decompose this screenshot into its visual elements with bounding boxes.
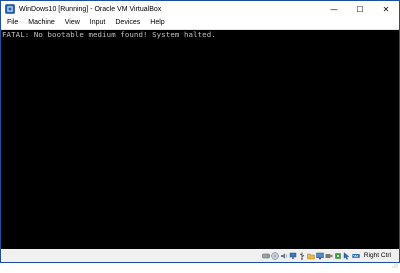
- window-title: WinDows10 [Running] - Oracle VM VirtualB…: [19, 5, 162, 13]
- optical-drive-icon[interactable]: [271, 251, 279, 260]
- video-capture-icon[interactable]: [325, 252, 333, 260]
- hard-disk-icon[interactable]: [262, 252, 270, 260]
- usb-icon[interactable]: [298, 252, 306, 260]
- virtualbox-window: WinDows10 [Running] - Oracle VM VirtualB…: [0, 0, 400, 268]
- cpu-icon[interactable]: [334, 252, 342, 260]
- menu-input[interactable]: Input: [85, 17, 111, 29]
- menu-view[interactable]: View: [60, 17, 85, 29]
- display-icon[interactable]: [316, 252, 324, 260]
- resize-grip-icon[interactable]: [392, 255, 398, 268]
- console-error-message: FATAL: No bootable medium found! System …: [2, 30, 216, 39]
- audio-icon[interactable]: [280, 252, 288, 260]
- shared-folders-icon[interactable]: [307, 252, 315, 260]
- menu-machine[interactable]: Machine: [23, 17, 59, 29]
- host-key-label[interactable]: Right Ctrl: [364, 252, 391, 259]
- keyboard-capture-icon[interactable]: [352, 252, 360, 260]
- network-icon[interactable]: [289, 252, 297, 260]
- menu-file[interactable]: File: [1, 17, 23, 29]
- virtualbox-icon: [5, 4, 15, 14]
- menu-help[interactable]: Help: [145, 17, 169, 29]
- title-bar[interactable]: WinDows10 [Running] - Oracle VM VirtualB…: [1, 1, 399, 17]
- minimize-button[interactable]: —: [321, 1, 347, 17]
- menu-devices[interactable]: Devices: [110, 17, 145, 29]
- vm-display[interactable]: FATAL: No bootable medium found! System …: [1, 30, 399, 249]
- menu-bar: File Machine View Input Devices Help: [1, 17, 399, 30]
- close-button[interactable]: ✕: [373, 1, 399, 17]
- maximize-button[interactable]: ☐: [347, 1, 373, 17]
- status-bar: Right Ctrl: [1, 249, 399, 268]
- mouse-integration-icon[interactable]: [343, 251, 351, 260]
- window-controls: — ☐ ✕: [321, 1, 399, 17]
